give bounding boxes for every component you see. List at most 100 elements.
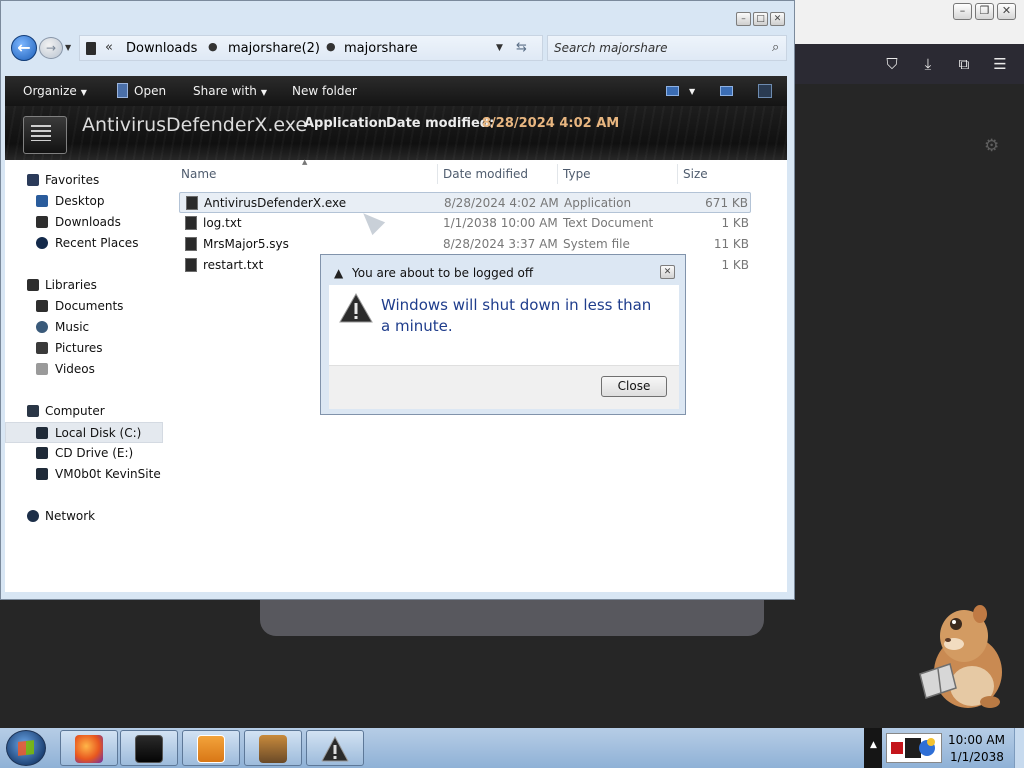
navigation-pane: Favorites Desktop Downloads Recent Place… — [5, 160, 173, 592]
breadcrumb-item-majorshare2[interactable]: majorshare(2) — [228, 41, 320, 56]
nav-label: Downloads — [55, 215, 121, 229]
close-button[interactable]: ✕ — [770, 12, 785, 26]
computer-icon — [27, 405, 39, 417]
nav-label: Recent Places — [55, 236, 139, 250]
music-icon — [36, 321, 48, 333]
details-file-name: AntivirusDefenderX.exe — [82, 114, 308, 136]
clock-time[interactable]: 10:00 AM — [948, 733, 1005, 747]
forward-button[interactable]: → — [39, 37, 63, 59]
organize-menu[interactable]: Organize ▼ — [23, 84, 87, 98]
firefox-icon — [75, 735, 103, 763]
new-folder-button[interactable]: New folder — [292, 84, 357, 98]
extensions-icon[interactable]: ⧉ — [954, 54, 974, 74]
start-button[interactable] — [6, 730, 46, 766]
open-button[interactable]: Open — [134, 84, 166, 98]
column-divider[interactable] — [677, 164, 678, 184]
nav-item-local-disk[interactable]: Local Disk (C:) — [5, 422, 163, 443]
help-icon[interactable] — [758, 84, 772, 98]
show-desktop-button[interactable] — [1014, 728, 1024, 768]
system-file-icon — [185, 237, 197, 251]
file-row[interactable]: log.txt 1/1/2038 10:00 AM Text Document … — [179, 213, 751, 234]
browser-titlebar: – ❐ ✕ — [790, 0, 1024, 44]
chevron-left-icon[interactable]: « — [105, 40, 113, 55]
nav-label: Favorites — [45, 173, 100, 187]
nav-label: VM0b0t KevinSite — [55, 467, 161, 481]
browser-toolbar: ⛉ ⤓ ⧉ ☰ — [790, 44, 1024, 84]
application-file-icon — [23, 116, 67, 154]
download-icon[interactable]: ⤓ — [918, 54, 938, 74]
breadcrumb-separator-icon[interactable]: ● — [326, 40, 336, 53]
view-dropdown-icon[interactable]: ▼ — [689, 87, 695, 96]
menu-icon[interactable]: ☰ — [990, 54, 1010, 74]
history-dropdown-icon[interactable]: ▼ — [65, 43, 71, 52]
nav-item-desktop[interactable]: Desktop — [5, 191, 163, 212]
change-view-icon[interactable] — [666, 86, 679, 96]
share-with-menu[interactable]: Share with ▼ — [193, 84, 267, 98]
address-dropdown-icon[interactable]: ▼ — [496, 43, 503, 53]
column-divider[interactable] — [437, 164, 438, 184]
nav-item-recent-places[interactable]: Recent Places — [5, 233, 163, 254]
back-button[interactable]: ← — [11, 35, 37, 61]
nav-item-libraries[interactable]: Libraries — [5, 275, 163, 296]
network-drive-icon — [36, 468, 48, 480]
terminal-icon — [135, 735, 163, 763]
taskbar-terminal[interactable] — [120, 730, 178, 766]
breadcrumb-item-majorshare[interactable]: majorshare — [344, 41, 418, 56]
hamster-mascot-icon — [919, 605, 1002, 708]
taskbar-media-player[interactable] — [182, 730, 240, 766]
sort-ascending-icon: ▲ — [302, 158, 308, 166]
maximize-button[interactable]: □ — [753, 12, 768, 26]
file-row[interactable]: AntivirusDefenderX.exe 8/28/2024 4:02 AM… — [179, 192, 751, 213]
command-bar: Organize ▼ Open Share with ▼ New folder ▼ — [5, 76, 787, 106]
nav-label: Documents — [55, 299, 124, 313]
file-size: 1 KB — [721, 258, 749, 272]
bonzi-box-icon — [259, 735, 287, 763]
clock-date[interactable]: 1/1/2038 — [950, 750, 1004, 764]
browser-minimize-button[interactable]: – — [953, 3, 972, 20]
nav-item-pictures[interactable]: Pictures — [5, 338, 163, 359]
tray-app-icon[interactable] — [886, 733, 942, 763]
nav-item-vm-drive[interactable]: VM0b0t KevinSite — [5, 464, 163, 485]
dialog-footer: Close — [329, 365, 679, 409]
documents-icon — [36, 300, 48, 312]
search-icon[interactable]: ⌕ — [772, 40, 779, 55]
taskbar-firefox[interactable] — [60, 730, 118, 766]
pocket-icon[interactable]: ⛉ — [882, 54, 902, 74]
nav-item-videos[interactable]: Videos — [5, 359, 163, 380]
minimize-button[interactable]: – — [736, 12, 751, 26]
browser-close-button[interactable]: ✕ — [997, 3, 1016, 20]
browser-restore-button[interactable]: ❐ — [975, 3, 994, 20]
column-header-size[interactable]: Size — [683, 167, 708, 181]
file-size: 11 KB — [713, 237, 749, 251]
nav-label: Computer — [45, 404, 105, 418]
dialog-title: You are about to be logged off — [352, 266, 534, 280]
search-input[interactable]: Search majorshare ⌕ — [547, 35, 787, 61]
nav-item-computer[interactable]: Computer — [5, 401, 163, 422]
nav-item-downloads[interactable]: Downloads — [5, 212, 163, 233]
column-header-name[interactable]: Name — [181, 167, 216, 181]
gear-icon[interactable]: ⚙ — [984, 136, 999, 156]
show-hidden-icons-icon[interactable]: ▲ — [870, 740, 877, 750]
close-button[interactable]: Close — [601, 376, 667, 397]
nav-item-favorites[interactable]: Favorites — [5, 170, 163, 191]
refresh-icon[interactable]: ⇆ — [516, 40, 527, 55]
taskbar-warning-app[interactable] — [306, 730, 364, 766]
file-type: Text Document — [563, 216, 654, 230]
file-row[interactable]: MrsMajor5.sys 8/28/2024 3:37 AM System f… — [179, 234, 751, 255]
column-header-date[interactable]: Date modified — [443, 167, 528, 181]
taskbar-bonzi-box[interactable] — [244, 730, 302, 766]
nav-item-documents[interactable]: Documents — [5, 296, 163, 317]
nav-label: Desktop — [55, 194, 105, 208]
breadcrumb[interactable]: « Downloads ● majorshare(2) ● majorshare… — [79, 35, 543, 61]
libraries-icon — [27, 279, 39, 291]
nav-item-music[interactable]: Music — [5, 317, 163, 338]
dialog-close-icon[interactable]: ✕ — [660, 265, 675, 279]
nav-item-network[interactable]: Network — [5, 506, 163, 527]
breadcrumb-item-downloads[interactable]: Downloads — [126, 41, 197, 56]
breadcrumb-separator-icon[interactable]: ● — [208, 40, 218, 53]
column-header-type[interactable]: Type — [563, 167, 591, 181]
preview-pane-icon[interactable] — [720, 86, 733, 96]
column-divider[interactable] — [557, 164, 558, 184]
nav-item-cd-drive[interactable]: CD Drive (E:) — [5, 443, 163, 464]
file-size: 671 KB — [705, 196, 748, 210]
